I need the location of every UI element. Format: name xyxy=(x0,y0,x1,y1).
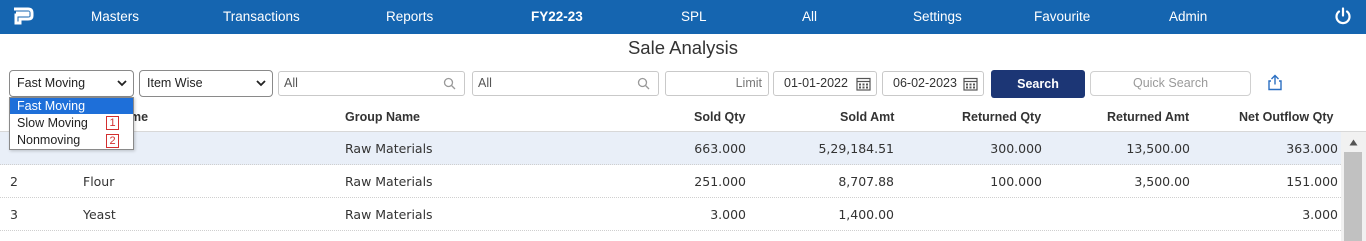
annotation-badge-2: 2 xyxy=(106,134,119,148)
search-icon[interactable] xyxy=(637,77,650,90)
col-sold-amt[interactable]: Sold Amt xyxy=(840,102,894,132)
share-icon[interactable] xyxy=(1267,74,1283,91)
row-item-name: Yeast xyxy=(83,207,116,222)
group-search-value: All xyxy=(284,76,298,90)
row-sold-amt: 5,29,184.51 xyxy=(818,141,894,156)
row-returned-qty: 300.000 xyxy=(990,141,1042,156)
nav-reports[interactable]: Reports xyxy=(386,0,433,34)
row-sold-qty: 663.000 xyxy=(694,141,746,156)
row-serial: 3 xyxy=(10,207,18,222)
scrollbar-thumb[interactable] xyxy=(1344,152,1362,241)
scroll-up-arrow-icon[interactable] xyxy=(1349,139,1358,146)
calendar-icon[interactable] xyxy=(856,76,871,91)
row-serial: 2 xyxy=(10,174,18,189)
row-net-outflow-qty: 3.000 xyxy=(1302,207,1338,222)
search-button[interactable]: Search xyxy=(991,70,1085,98)
annotation-badge-1: 1 xyxy=(106,116,119,130)
nav-settings[interactable]: Settings xyxy=(913,0,962,34)
limit-placeholder: Limit xyxy=(735,76,762,90)
from-date-input[interactable]: 01-01-2022 xyxy=(773,71,877,96)
grouping-select-value: Item Wise xyxy=(147,76,203,90)
movement-select[interactable]: Fast Moving xyxy=(9,70,134,97)
col-sold-qty[interactable]: Sold Qty xyxy=(694,102,745,132)
to-date-value: 06-02-2023 xyxy=(893,76,957,90)
nav-favourite[interactable]: Favourite xyxy=(1034,0,1090,34)
calendar-icon[interactable] xyxy=(963,76,978,91)
quick-search-input[interactable]: Quick Search xyxy=(1090,71,1251,96)
col-net-outflow-qty[interactable]: Net Outflow Qty xyxy=(1239,102,1333,132)
movement-dropdown-list: Fast Moving Slow Moving Nonmoving 1 2 xyxy=(9,97,134,150)
quick-search-placeholder: Quick Search xyxy=(1132,76,1209,90)
from-date-value: 01-01-2022 xyxy=(784,76,848,90)
table-row[interactable]: 2 Flour Raw Materials 251.000 8,707.88 1… xyxy=(0,165,1341,198)
top-nav-bar: Masters Transactions Reports FY22-23 SPL… xyxy=(0,0,1366,34)
to-date-input[interactable]: 06-02-2023 xyxy=(882,71,984,96)
row-net-outflow-qty: 151.000 xyxy=(1286,174,1338,189)
row-sold-amt: 1,400.00 xyxy=(838,207,894,222)
nav-all[interactable]: All xyxy=(802,0,817,34)
row-returned-amt: 3,500.00 xyxy=(1134,174,1190,189)
row-group-name: Raw Materials xyxy=(345,207,433,222)
row-sold-qty: 251.000 xyxy=(694,174,746,189)
col-returned-amt[interactable]: Returned Amt xyxy=(1107,102,1189,132)
col-returned-qty[interactable]: Returned Qty xyxy=(962,102,1041,132)
table-header: me Group Name Sold Qty Sold Amt Returned… xyxy=(0,102,1366,132)
table-row[interactable]: Raw Materials 663.000 5,29,184.51 300.00… xyxy=(0,132,1341,165)
item-search-value: All xyxy=(478,76,492,90)
row-group-name: Raw Materials xyxy=(345,174,433,189)
grouping-select[interactable]: Item Wise xyxy=(139,70,273,97)
group-search-input[interactable]: All xyxy=(278,71,465,96)
search-icon[interactable] xyxy=(443,77,456,90)
option-fast-moving[interactable]: Fast Moving xyxy=(10,98,133,114)
limit-input[interactable]: Limit xyxy=(665,71,769,96)
chevron-down-icon xyxy=(117,80,127,87)
power-icon[interactable] xyxy=(1334,7,1352,25)
movement-select-value: Fast Moving xyxy=(17,76,86,90)
nav-masters[interactable]: Masters xyxy=(91,0,139,34)
row-returned-qty: 100.000 xyxy=(990,174,1042,189)
nav-financial-year[interactable]: FY22-23 xyxy=(531,0,583,34)
row-group-name: Raw Materials xyxy=(345,141,433,156)
row-returned-amt: 13,500.00 xyxy=(1126,141,1190,156)
chevron-down-icon xyxy=(256,80,266,87)
item-search-input[interactable]: All xyxy=(472,71,659,96)
table-row[interactable]: 3 Yeast Raw Materials 3.000 1,400.00 3.0… xyxy=(0,198,1341,231)
col-group-name[interactable]: Group Name xyxy=(345,102,420,132)
row-sold-qty: 3.000 xyxy=(710,207,746,222)
nav-transactions[interactable]: Transactions xyxy=(223,0,300,34)
nav-spl[interactable]: SPL xyxy=(681,0,707,34)
row-item-name: Flour xyxy=(83,174,115,189)
row-net-outflow-qty: 363.000 xyxy=(1286,141,1338,156)
page-title: Sale Analysis xyxy=(627,37,739,58)
row-sold-amt: 8,707.88 xyxy=(838,174,894,189)
nav-admin[interactable]: Admin xyxy=(1169,0,1207,34)
app-logo-icon[interactable] xyxy=(12,7,34,27)
